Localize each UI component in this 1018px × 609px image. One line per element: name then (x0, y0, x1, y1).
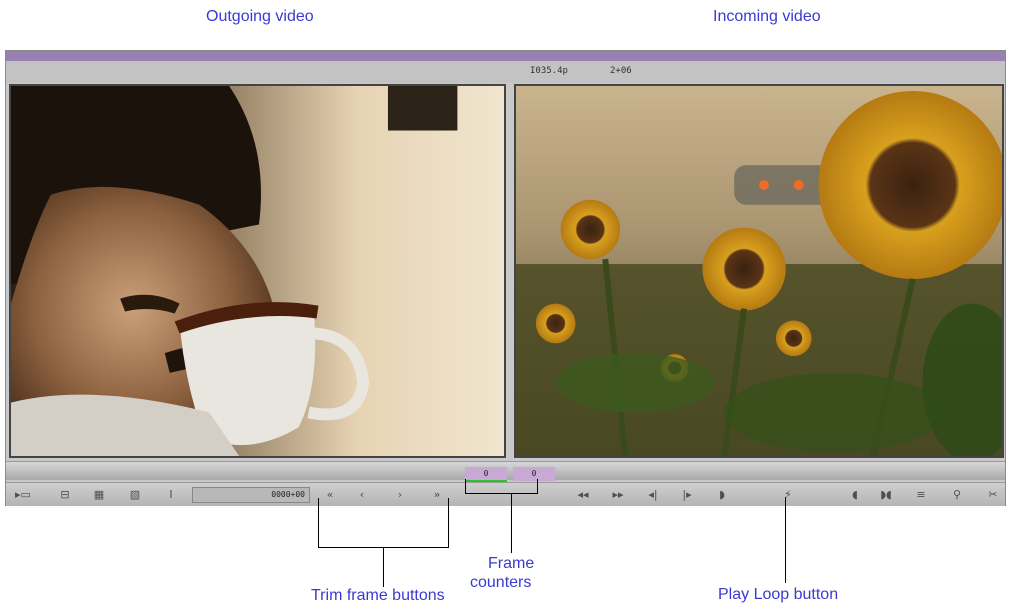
counter-callout-right-vertical (537, 479, 538, 494)
frame-counters-label-line2: counters (470, 574, 532, 591)
duration-readout: 2+06 (610, 66, 632, 76)
split-view-icon[interactable]: ⊟ (54, 486, 76, 504)
step-back-button[interactable]: ◂| (642, 486, 664, 504)
trim-callout-stem (383, 547, 384, 587)
counter-callout-stem (511, 493, 512, 553)
incoming-video-monitor[interactable] (514, 84, 1004, 458)
trim-left-1-button[interactable]: ‹ (351, 486, 373, 504)
timecode-readout: I035.4p (530, 66, 568, 76)
outgoing-frame-counter[interactable]: 0 (465, 467, 507, 481)
mark-both-button[interactable]: ◗◖ (875, 486, 897, 504)
trim-left-10-button[interactable]: « (319, 486, 341, 504)
play-loop-button-label: Play Loop button (718, 586, 839, 603)
outgoing-video-frame (11, 86, 504, 456)
incoming-frame-counter[interactable]: 0 (513, 467, 555, 481)
counter-callout-bracket (465, 493, 538, 494)
play-out-button[interactable]: ◗ (711, 486, 733, 504)
trim-window: I035.4p 2+06 0 0 ▸▭ ⊟ ▦ ▧ I 0000+00 « ‹ … (5, 50, 1006, 506)
step-forward-button[interactable]: |▸ (676, 486, 698, 504)
info-bar: I035.4p 2+06 (6, 61, 1005, 83)
frame-counters-label-line1: Frame (488, 555, 535, 572)
fade-icon[interactable]: ▧ (124, 486, 146, 504)
transition-button[interactable]: ⚲ (946, 486, 968, 504)
trim-toolbar: ▸▭ ⊟ ▦ ▧ I 0000+00 « ‹ › » ◂◂ ▸▸ ◂| |▸ ◗… (6, 482, 1005, 506)
mark-in-button[interactable]: ◖ (844, 486, 866, 504)
outgoing-video-label: Outgoing video (206, 8, 314, 25)
position-bar[interactable]: 0 0 (6, 461, 1005, 481)
fast-forward-button[interactable]: ▸▸ (607, 486, 629, 504)
text-cursor-icon[interactable]: I (160, 486, 182, 504)
monitor-menu-icon[interactable]: ▸▭ (12, 486, 34, 504)
play-loop-callout-stem (785, 497, 786, 583)
counter-callout-left-vertical (465, 479, 466, 494)
trim-right-10-button[interactable]: » (426, 486, 448, 504)
incoming-video-label: Incoming video (713, 8, 821, 25)
outgoing-video-monitor[interactable] (9, 84, 506, 458)
trim-frame-buttons-label: Trim frame buttons (311, 587, 445, 604)
trim-callout-left-vertical (318, 498, 319, 548)
trim-callout-right-vertical (448, 498, 449, 548)
remove-button[interactable]: ✂ (982, 486, 1004, 504)
trim-right-1-button[interactable]: › (389, 486, 411, 504)
window-titlebar[interactable] (6, 51, 1005, 61)
timecode-field[interactable]: 0000+00 (192, 487, 310, 503)
clip-button[interactable]: ≡ (910, 486, 932, 504)
play-loop-button[interactable]: ⚡ (777, 486, 799, 504)
rewind-button[interactable]: ◂◂ (572, 486, 594, 504)
incoming-video-frame (516, 86, 1002, 456)
grid-view-icon[interactable]: ▦ (88, 486, 110, 504)
